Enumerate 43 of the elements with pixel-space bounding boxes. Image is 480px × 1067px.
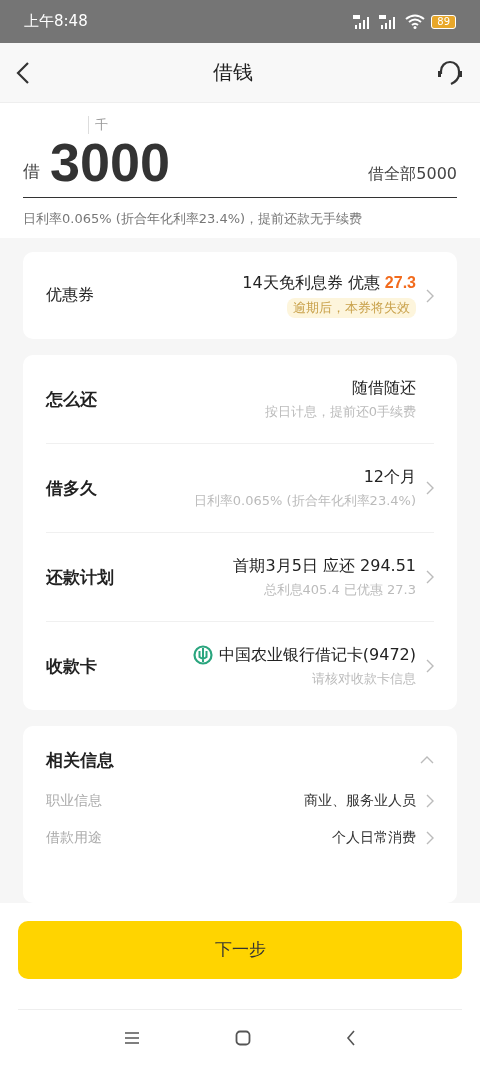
row-value[interactable]: 12个月: [363, 466, 416, 488]
amount-prefix: 借: [23, 160, 40, 183]
coupon-label: 优惠券: [46, 285, 94, 306]
back-icon[interactable]: [346, 1030, 356, 1047]
menu-icon[interactable]: [124, 1031, 140, 1046]
chevron-icon: [426, 659, 434, 673]
coupon-value: 14天免利息券 优惠 27.3: [242, 273, 416, 294]
row-subtext: 日利率0.065% (折合年化利率23.4%): [193, 491, 416, 510]
row-value[interactable]: 中国农业银行借记卡(9472): [218, 644, 416, 666]
row-label: 还款计划: [46, 565, 114, 589]
wifi-icon: [405, 14, 426, 29]
row-value: 随借随还: [352, 377, 416, 399]
info-value[interactable]: 个人日常消费: [332, 828, 416, 847]
bank-logo-icon: [192, 645, 213, 665]
home-icon[interactable]: [235, 1030, 251, 1047]
amount-input[interactable]: 3000: [50, 135, 171, 189]
back-icon[interactable]: [16, 60, 30, 85]
chevron-icon: [426, 830, 434, 845]
row-subtext: 请核对收款卡信息: [312, 669, 416, 688]
rate-note: 日利率0.065% (折合年化利率23.4%)，提前还款无手续费: [23, 210, 364, 228]
info-label: 借款用途: [46, 828, 102, 847]
info-value[interactable]: 商业、服务业人员: [304, 791, 416, 810]
battery-level: 89: [431, 14, 456, 29]
status-time: 上午8:48: [24, 12, 88, 31]
chevron-icon: [426, 570, 434, 584]
next-button[interactable]: 下一步: [18, 921, 462, 979]
borrow-all-link[interactable]: 借全部5000: [368, 164, 457, 189]
section-title: 相关信息: [46, 748, 114, 772]
row-label: 借多久: [46, 476, 97, 500]
row-label: 怎么还: [46, 387, 97, 411]
row-subtext: 总利息405.4 已优惠 27.3: [263, 580, 416, 599]
page-title: 借钱: [213, 59, 253, 86]
chevron-icon: [426, 288, 434, 303]
row-label: 收款卡: [46, 654, 97, 678]
unit-hint: 千: [95, 116, 108, 134]
info-label: 职业信息: [46, 791, 102, 810]
row-subtext: 按日计息，提前还0手续费: [264, 402, 416, 421]
coupon-badge: 逾期后，本券将失效: [287, 298, 416, 318]
coupon-card[interactable]: 优惠券 14天免利息券 优惠 27.3 逾期后，本券将失效: [23, 252, 457, 339]
chevron-icon: [426, 481, 434, 495]
chevron-icon: [426, 793, 434, 808]
headset-icon[interactable]: [436, 58, 464, 87]
row-value[interactable]: 首期3月5日 应还 294.51: [233, 555, 416, 577]
